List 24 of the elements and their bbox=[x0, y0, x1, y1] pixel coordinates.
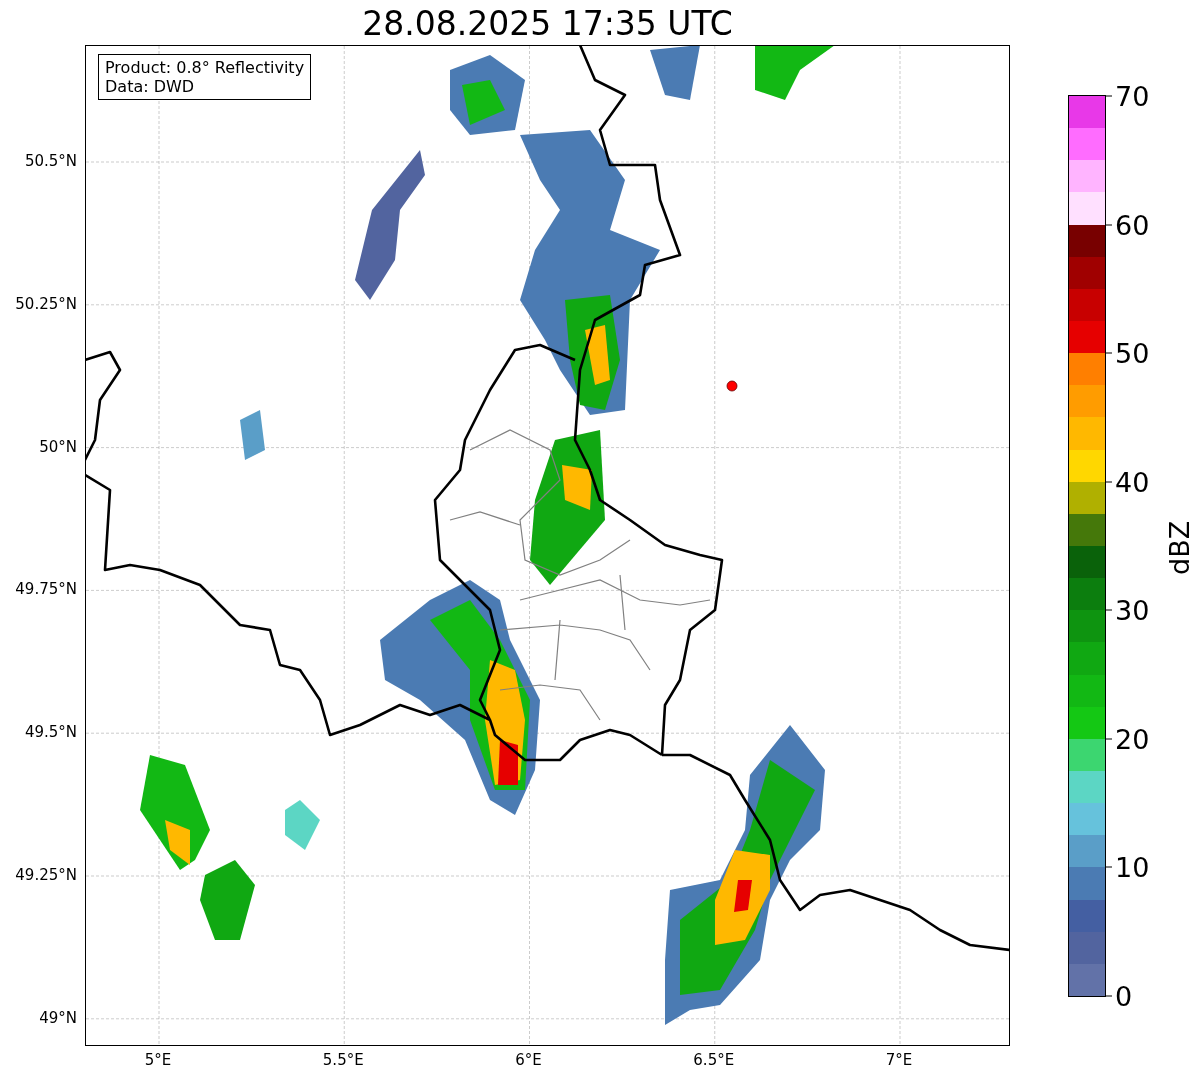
colorbar-tick-label: 40 bbox=[1115, 468, 1150, 496]
longitude-label: 6.5°E bbox=[693, 1051, 735, 1069]
longitude-label: 6°E bbox=[515, 1051, 542, 1069]
colorbar-tick-label: 0 bbox=[1115, 982, 1133, 1010]
colorbar-tick-label: 30 bbox=[1115, 596, 1150, 624]
latitude-label: 49.75°N bbox=[15, 580, 77, 599]
longitude-label: 7°E bbox=[885, 1051, 913, 1069]
longitude-label: 5.5°E bbox=[322, 1051, 364, 1069]
colorbar-tick-label: 60 bbox=[1115, 211, 1150, 239]
info-text: Data: DWD bbox=[105, 77, 196, 97]
colorbar-tick-label: 10 bbox=[1115, 853, 1150, 881]
info-text: Product: 0.8° Reflectivity bbox=[105, 58, 305, 78]
latitude-label: 49.25°N bbox=[15, 866, 77, 884]
latitude-label: 49°N bbox=[39, 1008, 77, 1027]
colorbar-tick-label: 70 bbox=[1115, 82, 1150, 110]
colorbar-tick-label: 50 bbox=[1115, 339, 1150, 367]
chart-title: 28.08.2025 17:35 UTC bbox=[361, 5, 734, 43]
colorbar-label: dBZ bbox=[1166, 519, 1193, 575]
longitude-label: 5°E bbox=[144, 1051, 172, 1069]
latitude-label: 49.5°N bbox=[24, 723, 77, 742]
latitude-label: 50.5°N bbox=[24, 152, 77, 170]
latitude-label: 50°N bbox=[39, 437, 77, 456]
latitude-label: 50.25°N bbox=[15, 294, 77, 313]
colorbar-tick-label: 20 bbox=[1115, 725, 1150, 753]
